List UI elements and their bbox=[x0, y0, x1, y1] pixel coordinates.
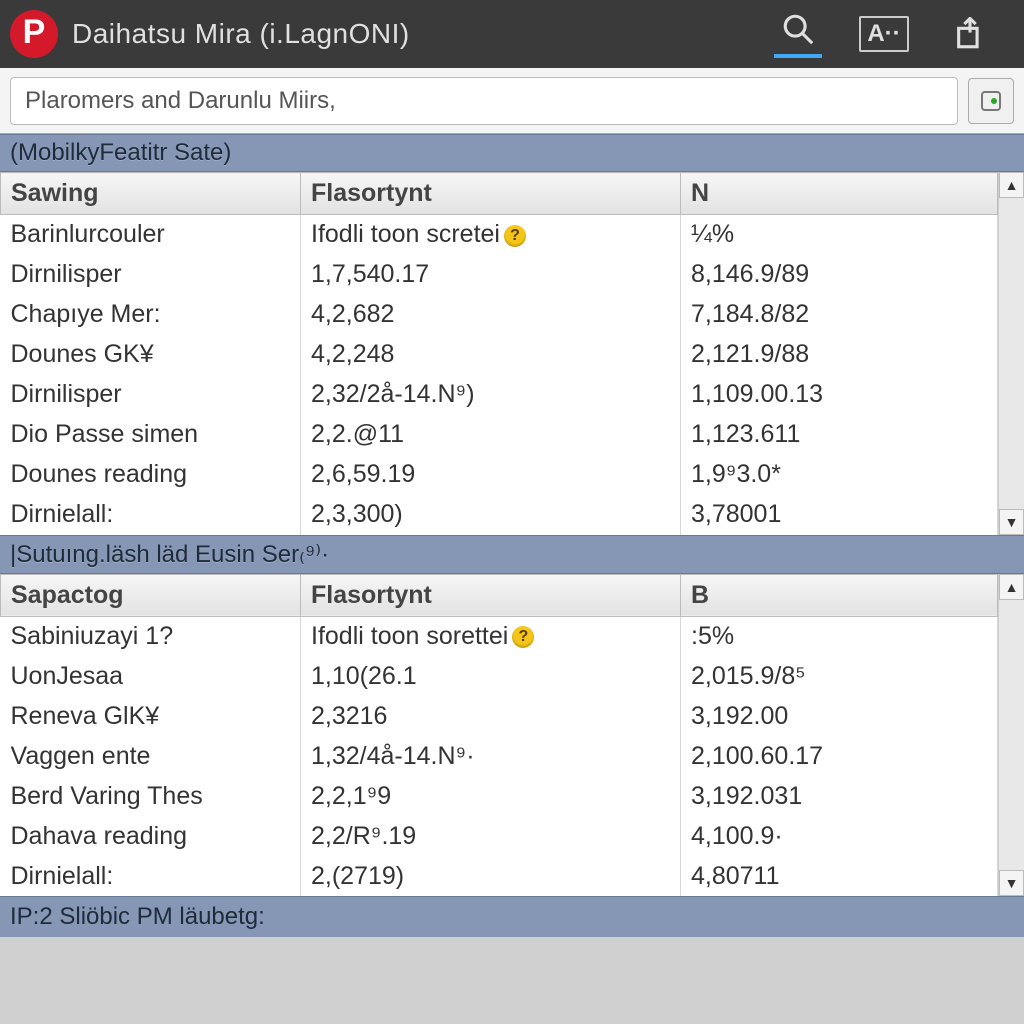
cell-value-c: 8,146.9/89 bbox=[681, 255, 998, 295]
cell-name: UonJesaa bbox=[1, 656, 301, 696]
top-bar: P Daihatsu Mira (i.LagnONI) A·· bbox=[0, 0, 1024, 68]
table-row[interactable]: Reneva GlK¥2,32163,192.00 bbox=[1, 696, 998, 736]
section-header-1: (MobilkyFeatitr Sate) bbox=[0, 134, 1024, 172]
cell-name: Vaggen ente bbox=[1, 736, 301, 776]
table-row[interactable]: Dirnielall:2,(2719)4,80711 bbox=[1, 856, 998, 896]
col-header[interactable]: Sapactog bbox=[1, 574, 301, 616]
cell-name: Dirnilisper bbox=[1, 375, 301, 415]
search-icon[interactable] bbox=[774, 10, 822, 58]
table-row[interactable]: Dounes GK¥4,2,2482,121.9/88 bbox=[1, 335, 998, 375]
data-table-1: Sawing Flasortynt N BarinlurcoulerIfodli… bbox=[0, 172, 998, 535]
status-footer: IP:2 Sliöbic PM läubetg: bbox=[0, 896, 1024, 937]
table-row[interactable]: BarinlurcoulerIfodli toon scretei?¼% bbox=[1, 215, 998, 255]
section-header-2: |Sutuıng.läsh läd Eusin Ser₍⁹⁾· bbox=[0, 535, 1024, 574]
cell-value-c: 2,015.9/8⁵ bbox=[681, 656, 998, 696]
cell-value-b: 2,3,300) bbox=[301, 495, 681, 535]
cell-name: Chapıye Mer: bbox=[1, 295, 301, 335]
cell-value-b: 4,2,248 bbox=[301, 335, 681, 375]
cell-value-b: 2,2.@11 bbox=[301, 415, 681, 455]
go-button[interactable] bbox=[968, 78, 1014, 124]
cell-value-b: 2,2,1⁹9 bbox=[301, 776, 681, 816]
table-row[interactable]: Vaggen ente1,32/4å-14.N⁹·2,100.60.17 bbox=[1, 736, 998, 776]
cell-name: Dirnielall: bbox=[1, 856, 301, 896]
logo-letter: P bbox=[23, 13, 46, 52]
col-header[interactable]: B bbox=[681, 574, 998, 616]
cell-name: Sabiniuzayi 1? bbox=[1, 616, 301, 656]
cell-value-b: 4,2,682 bbox=[301, 295, 681, 335]
scroll-up-button[interactable]: ▲ bbox=[999, 172, 1024, 198]
cell-name: Dirnielall: bbox=[1, 495, 301, 535]
cell-value-b: 2,2/R⁹.19 bbox=[301, 816, 681, 856]
table-row[interactable]: Chapıye Mer:4,2,6827,184.8/82 bbox=[1, 295, 998, 335]
table-row[interactable]: Dirnilisper1,7,540.178,146.9/89 bbox=[1, 255, 998, 295]
cell-value-c: 7,184.8/82 bbox=[681, 295, 998, 335]
cell-value-b: 2,6,59.19 bbox=[301, 455, 681, 495]
search-row bbox=[0, 68, 1024, 134]
cell-value-c: 4,80711 bbox=[681, 856, 998, 896]
info-icon[interactable]: ? bbox=[512, 626, 534, 648]
cell-value-c: 1,123.611 bbox=[681, 415, 998, 455]
page-title: Daihatsu Mira (i.LagnONI) bbox=[72, 18, 760, 50]
cell-name: Dio Passe simen bbox=[1, 415, 301, 455]
table-row[interactable]: Berd Varing Thes2,2,1⁹93,192.031 bbox=[1, 776, 998, 816]
cell-value-c: 2,100.60.17 bbox=[681, 736, 998, 776]
col-header[interactable]: Flasortynt bbox=[301, 574, 681, 616]
cell-value-c: 1,109.00.13 bbox=[681, 375, 998, 415]
data-table-2: Sapactog Flasortynt B Sabiniuzayi 1?Ifod… bbox=[0, 574, 998, 897]
table-wrap-2: Sapactog Flasortynt B Sabiniuzayi 1?Ifod… bbox=[0, 574, 1024, 897]
font-size-label: A·· bbox=[859, 16, 908, 52]
col-header[interactable]: N bbox=[681, 173, 998, 215]
cell-name: Dahava reading bbox=[1, 816, 301, 856]
share-icon[interactable] bbox=[946, 10, 994, 58]
cell-value-c: 3,192.00 bbox=[681, 696, 998, 736]
scrollbar[interactable]: ▲ ▼ bbox=[998, 172, 1024, 535]
cell-value-b: 2,3216 bbox=[301, 696, 681, 736]
cell-name: Reneva GlK¥ bbox=[1, 696, 301, 736]
table-row[interactable]: Dounes reading2,6,59.191,9⁹3.0* bbox=[1, 455, 998, 495]
col-header[interactable]: Sawing bbox=[1, 173, 301, 215]
cell-value-b: 2,32/2å-14.N⁹) bbox=[301, 375, 681, 415]
font-size-icon[interactable]: A·· bbox=[860, 10, 908, 58]
cell-value-b: 1,10(26.1 bbox=[301, 656, 681, 696]
table-row[interactable]: UonJesaa1,10(26.12,015.9/8⁵ bbox=[1, 656, 998, 696]
cell-name: Dirnilisper bbox=[1, 255, 301, 295]
table-wrap-1: Sawing Flasortynt N BarinlurcoulerIfodli… bbox=[0, 172, 1024, 535]
cell-value-c: ¼% bbox=[681, 215, 998, 255]
info-icon[interactable]: ? bbox=[504, 225, 526, 247]
cell-name: Dounes reading bbox=[1, 455, 301, 495]
cell-value-b: Ifodli toon scretei? bbox=[301, 215, 681, 255]
cell-value-c: :5% bbox=[681, 616, 998, 656]
scrollbar[interactable]: ▲ ▼ bbox=[998, 574, 1024, 897]
table-row[interactable]: Sabiniuzayi 1?Ifodli toon sorettei?:5% bbox=[1, 616, 998, 656]
scroll-track[interactable] bbox=[999, 198, 1024, 509]
col-header[interactable]: Flasortynt bbox=[301, 173, 681, 215]
table-row[interactable]: Dirnielall:2,3,300)3,78001 bbox=[1, 495, 998, 535]
cell-value-c: 3,78001 bbox=[681, 495, 998, 535]
search-input[interactable] bbox=[10, 77, 958, 125]
scroll-down-button[interactable]: ▼ bbox=[999, 870, 1024, 896]
topbar-actions: A·· bbox=[774, 10, 1014, 58]
cell-name: Dounes GK¥ bbox=[1, 335, 301, 375]
app-logo: P bbox=[10, 10, 58, 58]
cell-value-c: 2,121.9/88 bbox=[681, 335, 998, 375]
scroll-up-button[interactable]: ▲ bbox=[999, 574, 1024, 600]
cell-name: Berd Varing Thes bbox=[1, 776, 301, 816]
scroll-track[interactable] bbox=[999, 600, 1024, 871]
cell-value-c: 3,192.031 bbox=[681, 776, 998, 816]
table-row[interactable]: Dirnilisper2,32/2å-14.N⁹)1,109.00.13 bbox=[1, 375, 998, 415]
table-row[interactable]: Dio Passe simen2,2.@111,123.611 bbox=[1, 415, 998, 455]
cell-value-b: 2,(2719) bbox=[301, 856, 681, 896]
table-row[interactable]: Dahava reading2,2/R⁹.194,100.9· bbox=[1, 816, 998, 856]
cell-value-b: 1,32/4å-14.N⁹· bbox=[301, 736, 681, 776]
cell-value-b: 1,7,540.17 bbox=[301, 255, 681, 295]
cell-value-c: 1,9⁹3.0* bbox=[681, 455, 998, 495]
cell-value-b: Ifodli toon sorettei? bbox=[301, 616, 681, 656]
cell-name: Barinlurcouler bbox=[1, 215, 301, 255]
cell-value-c: 4,100.9· bbox=[681, 816, 998, 856]
scroll-down-button[interactable]: ▼ bbox=[999, 509, 1024, 535]
